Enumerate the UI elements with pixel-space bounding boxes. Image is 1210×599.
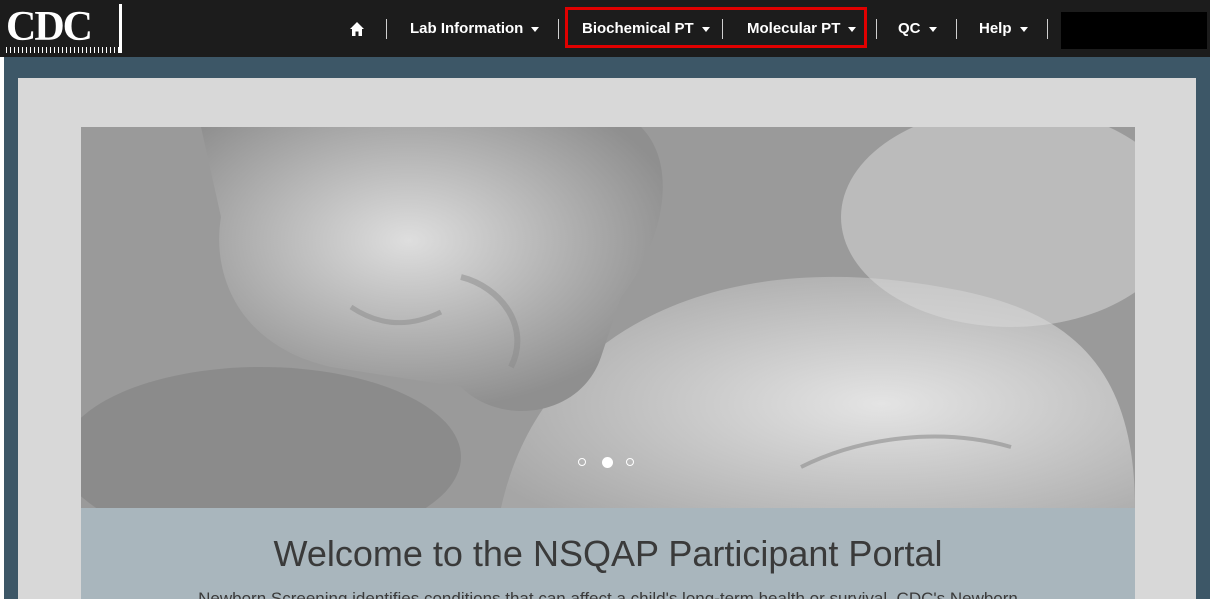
carousel-image xyxy=(81,127,1135,508)
baby-photo xyxy=(81,127,1135,508)
cdc-logo[interactable]: CDC xyxy=(6,2,122,55)
nav-separator xyxy=(558,19,559,39)
nav-separator xyxy=(386,19,387,39)
nav-help-label: Help xyxy=(979,20,1012,37)
nav-separator xyxy=(956,19,957,39)
nav-separator xyxy=(1047,19,1048,39)
logo-stripes xyxy=(6,47,120,53)
highlight-box xyxy=(565,7,867,48)
nav-qc-label: QC xyxy=(898,20,921,37)
nav-qc[interactable]: QC xyxy=(898,15,937,43)
top-navbar: CDC Lab Information Biochemical PT Molec… xyxy=(0,0,1210,57)
nav-lab-information[interactable]: Lab Information xyxy=(410,15,540,43)
caret-down-icon xyxy=(531,26,540,32)
nav-help[interactable]: Help xyxy=(979,15,1028,43)
nav-separator xyxy=(876,19,877,39)
nav-lab-information-label: Lab Information xyxy=(410,20,524,37)
intro-text: Newborn Screening identifies conditions … xyxy=(198,589,1018,599)
caret-down-icon xyxy=(1019,26,1028,32)
carousel-dot[interactable] xyxy=(578,458,586,466)
logo-bar xyxy=(119,4,122,53)
home-icon[interactable] xyxy=(349,21,365,37)
redacted-account-area xyxy=(1061,12,1207,49)
welcome-heading: Welcome to the NSQAP Participant Portal xyxy=(273,533,943,574)
carousel-caption: Welcome to the NSQAP Participant Portal … xyxy=(81,508,1135,599)
logo-text: CDC xyxy=(6,4,93,50)
carousel-dot-active[interactable] xyxy=(602,457,613,468)
carousel-dot[interactable] xyxy=(626,458,634,466)
caret-down-icon xyxy=(928,26,937,32)
